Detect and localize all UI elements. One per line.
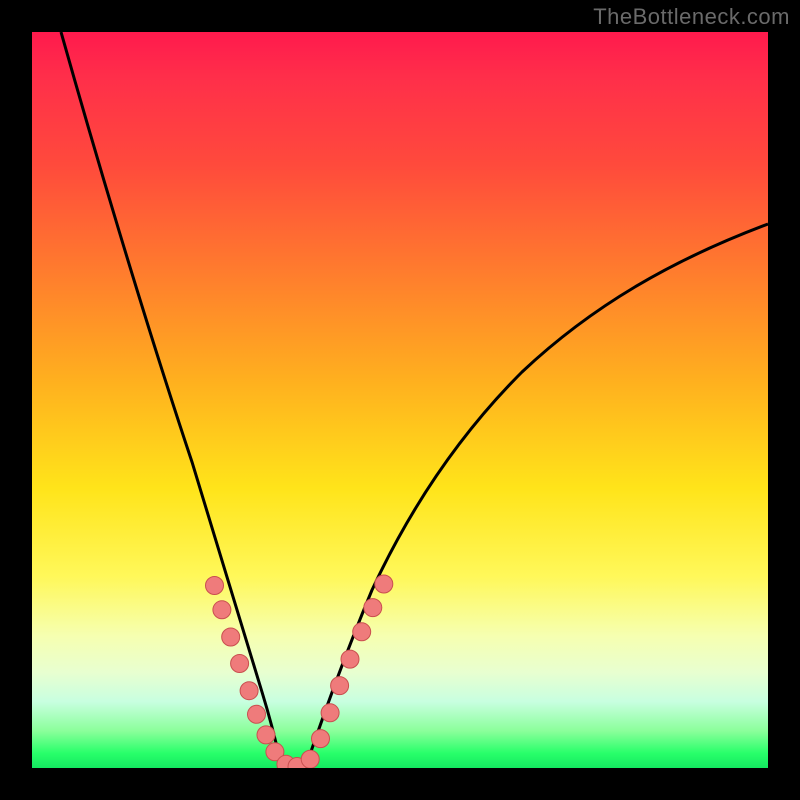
left-dots-dot	[240, 682, 258, 700]
plot-area	[32, 32, 768, 768]
watermark-text: TheBottleneck.com	[593, 4, 790, 30]
left-dots-dot	[206, 577, 224, 595]
v-curve	[61, 32, 768, 764]
right-dots-dot	[321, 704, 339, 722]
right-dots-dot	[375, 575, 393, 593]
left-dots-dot	[222, 628, 240, 646]
right-dots-dot	[364, 599, 382, 617]
chart-frame: TheBottleneck.com	[0, 0, 800, 800]
left-dots-dot	[213, 601, 231, 619]
right-dots-dot	[301, 750, 319, 768]
left-dots-dot	[257, 726, 275, 744]
marker-dots	[206, 575, 393, 768]
left-dots-dot	[248, 705, 266, 723]
left-dots-dot	[231, 655, 249, 673]
right-dots-dot	[353, 623, 371, 641]
right-dots-dot	[341, 650, 359, 668]
left-curve-path	[61, 32, 280, 760]
curve-layer	[32, 32, 768, 768]
right-curve-path	[308, 224, 768, 760]
right-dots-dot	[312, 730, 330, 748]
right-dots-dot	[331, 677, 349, 695]
